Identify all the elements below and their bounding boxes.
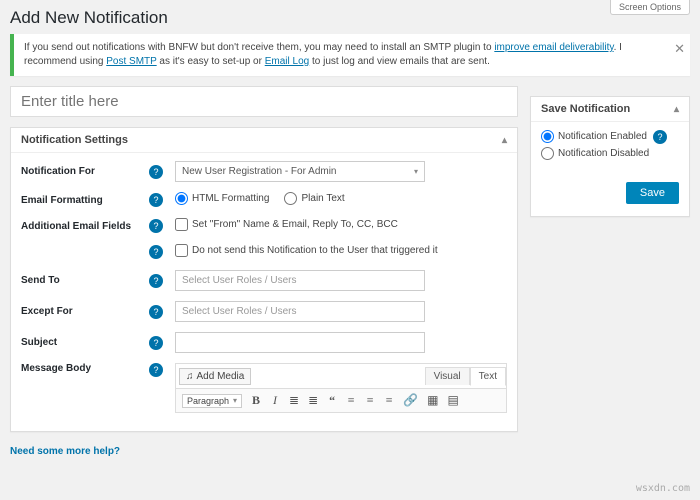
link-button[interactable]: 🔗 xyxy=(403,393,418,408)
radio-plain-text[interactable]: Plain Text xyxy=(284,192,344,205)
help-icon[interactable]: ? xyxy=(149,363,163,377)
subject-field[interactable] xyxy=(175,332,425,353)
toolbar-toggle-button[interactable]: ▤ xyxy=(447,393,458,408)
label-send-to: Send To xyxy=(21,275,149,286)
settings-header[interactable]: Notification Settings ▴ xyxy=(11,128,517,153)
label-subject: Subject xyxy=(21,337,149,348)
title-input[interactable] xyxy=(10,86,518,117)
collapse-icon[interactable]: ▴ xyxy=(674,104,679,115)
radio-html-formatting[interactable]: HTML Formatting xyxy=(175,192,269,205)
except-for-field[interactable]: Select User Roles / Users xyxy=(175,301,425,322)
help-icon[interactable]: ? xyxy=(149,274,163,288)
chevron-down-icon: ▾ xyxy=(233,396,237,405)
help-icon[interactable]: ? xyxy=(149,219,163,233)
notification-for-select[interactable]: New User Registration - For Admin ▾ xyxy=(175,161,425,182)
checkbox-set-from[interactable]: Set "From" Name & Email, Reply To, CC, B… xyxy=(175,218,398,231)
numbered-list-button[interactable]: ≣ xyxy=(308,393,318,408)
save-button[interactable]: Save xyxy=(626,182,679,204)
align-left-button[interactable]: ≡ xyxy=(346,393,356,408)
save-box-header[interactable]: Save Notification ▴ xyxy=(531,97,689,122)
collapse-icon[interactable]: ▴ xyxy=(502,135,507,146)
dismiss-notice-icon[interactable]: ✕ xyxy=(674,40,685,58)
tab-visual[interactable]: Visual xyxy=(425,367,470,385)
help-icon[interactable]: ? xyxy=(149,165,163,179)
watermark: wsxdn.com xyxy=(636,483,690,494)
label-additional-fields: Additional Email Fields xyxy=(21,221,149,232)
notification-settings-box: Notification Settings ▴ Notification For… xyxy=(10,127,518,432)
bullet-list-button[interactable]: ≣ xyxy=(289,393,299,408)
save-notification-box: Save Notification ▴ ? Notification Enabl… xyxy=(530,96,690,217)
bold-button[interactable]: B xyxy=(251,393,261,408)
notice-text: If you send out notifications with BNFW … xyxy=(24,42,494,53)
radio-notification-enabled[interactable]: Notification Enabled xyxy=(541,130,653,143)
help-icon[interactable]: ? xyxy=(149,193,163,207)
add-media-button[interactable]: ♫Add Media xyxy=(179,368,251,385)
help-icon[interactable]: ? xyxy=(149,245,163,259)
page-title: Add New Notification xyxy=(10,8,690,28)
paragraph-select[interactable]: Paragraph▾ xyxy=(182,394,242,408)
send-to-field[interactable]: Select User Roles / Users xyxy=(175,270,425,291)
media-icon: ♫ xyxy=(186,371,194,382)
notice-link-deliverability[interactable]: improve email deliverability xyxy=(494,42,613,53)
screen-options-tab[interactable]: Screen Options xyxy=(610,0,690,15)
align-center-button[interactable]: ≡ xyxy=(365,393,375,408)
tab-text[interactable]: Text xyxy=(470,367,506,386)
more-button[interactable]: ▦ xyxy=(427,393,438,408)
label-email-formatting: Email Formatting xyxy=(21,195,149,206)
label-message-body: Message Body xyxy=(21,363,149,374)
help-icon[interactable]: ? xyxy=(149,305,163,319)
label-except-for: Except For xyxy=(21,306,149,317)
checkbox-do-not-send[interactable]: Do not send this Notification to the Use… xyxy=(175,244,438,257)
settings-header-title: Notification Settings xyxy=(21,134,128,146)
notice-link-post-smtp[interactable]: Post SMTP xyxy=(106,56,156,67)
label-notification-for: Notification For xyxy=(21,166,149,177)
admin-notice: If you send out notifications with BNFW … xyxy=(10,34,690,76)
chevron-down-icon: ▾ xyxy=(414,167,418,176)
editor-toolbar: Paragraph▾ B I ≣ ≣ “ ≡ ≡ ≡ 🔗 ▦ xyxy=(175,388,507,413)
notice-link-email-log[interactable]: Email Log xyxy=(265,56,309,67)
help-icon[interactable]: ? xyxy=(149,336,163,350)
help-icon[interactable]: ? xyxy=(653,130,667,144)
italic-button[interactable]: I xyxy=(270,393,280,408)
radio-notification-disabled[interactable]: Notification Disabled xyxy=(541,147,679,160)
align-right-button[interactable]: ≡ xyxy=(384,393,394,408)
blockquote-button[interactable]: “ xyxy=(327,393,337,408)
help-link[interactable]: Need some more help? xyxy=(10,446,518,457)
